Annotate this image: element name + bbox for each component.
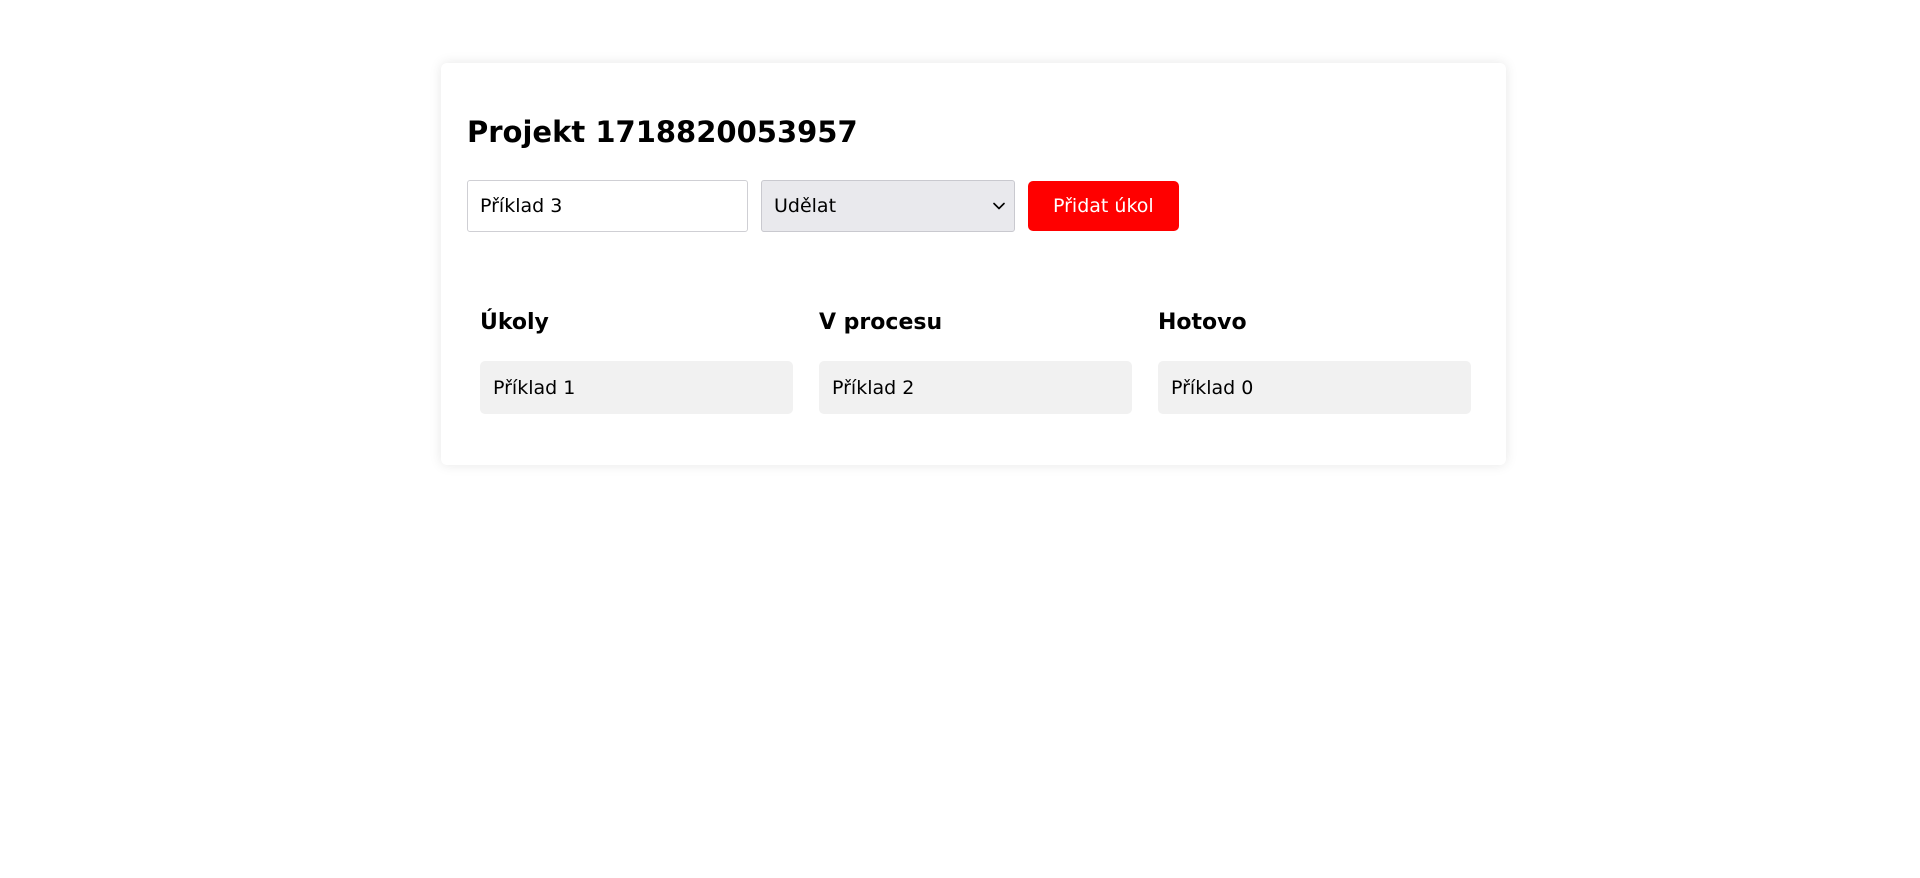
status-select[interactable]: Udělat bbox=[761, 180, 1015, 232]
task-name-input[interactable] bbox=[467, 180, 748, 232]
column-title: V procesu bbox=[819, 309, 943, 335]
column-todo: Úkoly Příklad 1 bbox=[480, 305, 793, 414]
task-board: Úkoly Příklad 1 V procesu Příklad 2 Hoto… bbox=[480, 305, 1471, 414]
column-title: Úkoly bbox=[480, 309, 549, 335]
task-card[interactable]: Příklad 2 bbox=[819, 361, 1132, 414]
task-card[interactable]: Příklad 1 bbox=[480, 361, 793, 414]
add-task-form: Udělat Přidat úkol bbox=[467, 180, 1179, 232]
project-card: Projekt 1718820053957 Udělat Přidat úkol… bbox=[441, 63, 1506, 465]
add-task-button[interactable]: Přidat úkol bbox=[1028, 181, 1179, 231]
project-title: Projekt 1718820053957 bbox=[467, 115, 858, 149]
column-done: Hotovo Příklad 0 bbox=[1158, 305, 1471, 414]
column-in-progress: V procesu Příklad 2 bbox=[819, 305, 1132, 414]
task-card[interactable]: Příklad 0 bbox=[1158, 361, 1471, 414]
column-title: Hotovo bbox=[1158, 309, 1247, 335]
chevron-down-icon bbox=[992, 199, 1006, 213]
status-select-value: Udělat bbox=[774, 195, 837, 217]
